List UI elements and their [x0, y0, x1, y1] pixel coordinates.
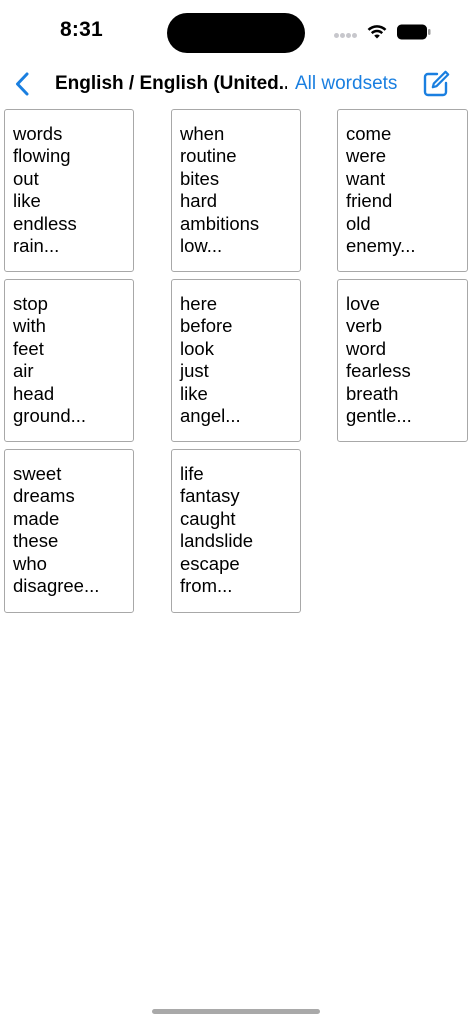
card-word: like: [13, 190, 41, 212]
wordset-card[interactable]: sweet dreams made these who disagree...: [4, 449, 134, 613]
card-word: made: [13, 507, 60, 529]
card-word: landslide: [180, 530, 254, 552]
card-word: disagree...: [13, 575, 100, 596]
card-word: enemy...: [346, 235, 416, 256]
card-word: these: [13, 530, 59, 552]
card-word: fantasy: [180, 485, 240, 507]
square-and-pencil-icon: [423, 70, 450, 97]
navigation-bar: English / English (United... All wordset…: [0, 62, 472, 106]
wordset-card[interactable]: life fantasy caught landslide escape fro…: [171, 449, 301, 613]
all-wordsets-button[interactable]: All wordsets: [295, 73, 397, 95]
card-word: sweet: [13, 463, 62, 484]
compose-button[interactable]: [420, 68, 452, 100]
card-word: come: [346, 123, 392, 144]
back-button[interactable]: [8, 68, 40, 100]
wordset-card[interactable]: when routine bites hard ambitions low...: [171, 109, 301, 272]
card-word: angel...: [180, 405, 241, 426]
card-word: from...: [180, 575, 233, 596]
card-word: rain...: [13, 235, 60, 256]
card-word: air: [13, 360, 34, 382]
wordset-card[interactable]: words flowing out like endless rain...: [4, 109, 134, 272]
page-title: English / English (United...: [55, 73, 287, 94]
card-word: when: [180, 123, 225, 144]
card-word: old: [346, 212, 371, 234]
card-word: stop: [13, 293, 48, 314]
card-word: before: [180, 315, 233, 337]
card-word: just: [180, 360, 209, 382]
card-word: friend: [346, 190, 393, 212]
card-word: love: [346, 293, 380, 314]
card-word: fearless: [346, 360, 411, 382]
card-word: hard: [180, 190, 218, 212]
card-word: escape: [180, 552, 240, 574]
card-word: who: [13, 552, 47, 574]
card-word: word: [346, 337, 387, 359]
wordset-card[interactable]: here before look just like angel...: [171, 279, 301, 442]
battery-icon: [397, 24, 431, 40]
card-word: routine: [180, 145, 237, 167]
card-word: gentle...: [346, 405, 412, 426]
card-word: ambitions: [180, 212, 260, 234]
card-word: with: [13, 315, 46, 337]
card-word: here: [180, 293, 218, 314]
card-word: bites: [180, 167, 220, 189]
chevron-left-icon: [16, 72, 29, 96]
card-word: were: [346, 145, 387, 167]
card-word: dreams: [13, 485, 75, 507]
status-time: 8:31: [60, 18, 103, 41]
card-word: out: [13, 167, 39, 189]
card-word: like: [180, 382, 208, 404]
cellular-signal-icon: [334, 33, 360, 39]
wordset-card[interactable]: love verb word fearless breath gentle...: [337, 279, 468, 442]
card-word: want: [346, 167, 386, 189]
card-word: life: [180, 463, 204, 484]
wordset-card[interactable]: stop with feet air head ground...: [4, 279, 134, 442]
dynamic-island: [167, 13, 305, 53]
wifi-icon: [367, 25, 387, 39]
status-bar: 8:31: [0, 0, 472, 62]
card-word: verb: [346, 315, 382, 337]
home-indicator[interactable]: [152, 1009, 320, 1014]
card-word: low...: [180, 235, 223, 256]
card-word: breath: [346, 382, 399, 404]
card-word: flowing: [13, 145, 71, 167]
wordset-card[interactable]: come were want friend old enemy...: [337, 109, 468, 272]
card-word: head: [13, 382, 55, 404]
card-word: words: [13, 123, 63, 144]
card-word: ground...: [13, 405, 87, 426]
card-word: look: [180, 337, 214, 359]
card-word: feet: [13, 337, 44, 359]
card-word: caught: [180, 507, 236, 529]
card-word: endless: [13, 212, 77, 234]
